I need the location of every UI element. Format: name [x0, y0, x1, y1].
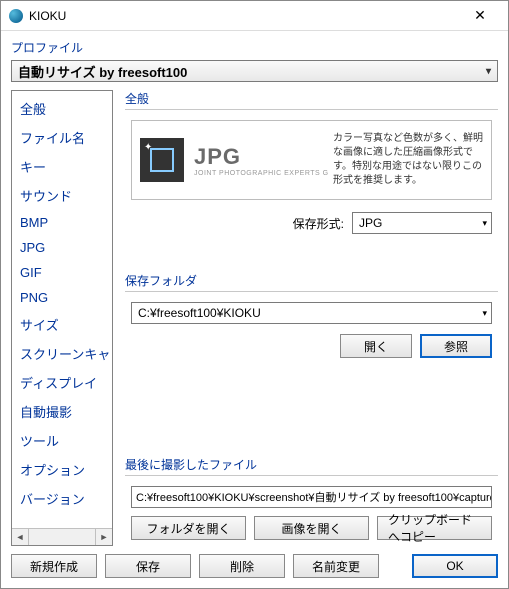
sidebar-item-version[interactable]: バージョン	[12, 484, 112, 513]
format-sub: JOINT PHOTOGRAPHIC EXPERTS G	[194, 170, 329, 177]
sidebar-item-filename[interactable]: ファイル名	[12, 123, 112, 152]
delete-button[interactable]: 削除	[199, 554, 285, 578]
browse-button[interactable]: 参照	[420, 334, 492, 358]
sidebar-item-gif[interactable]: GIF	[12, 260, 112, 285]
sidebar-item-screencap[interactable]: スクリーンキャプ	[12, 339, 112, 368]
scroll-right-icon[interactable]: ►	[95, 529, 112, 545]
divider	[125, 109, 498, 110]
sidebar-item-tool[interactable]: ツール	[12, 426, 112, 455]
format-desc: カラー写真など色数が多く、鮮明な画像に適した圧縮画像形式です。特別な用途ではない…	[333, 132, 483, 188]
save-folder-label: 保存フォルダ	[125, 272, 498, 289]
sidebar-item-sound[interactable]: サウンド	[12, 181, 112, 210]
profile-value: 自動リサイズ by freesoft100	[18, 62, 187, 81]
new-button[interactable]: 新規作成	[11, 554, 97, 578]
chevron-down-icon: ▾	[482, 308, 487, 319]
sidebar-item-bmp[interactable]: BMP	[12, 210, 112, 235]
chevron-down-icon: ▾	[486, 66, 491, 77]
titlebar: KIOKU ✕	[1, 1, 508, 31]
sidebar-item-jpg[interactable]: JPG	[12, 235, 112, 260]
rename-button[interactable]: 名前変更	[293, 554, 379, 578]
jpg-icon	[140, 138, 184, 182]
bottom-bar: 新規作成 保存 削除 名前変更 OK	[1, 546, 508, 588]
section-title: 全般	[125, 90, 498, 107]
save-format-label: 保存形式:	[293, 215, 344, 232]
scroll-left-icon[interactable]: ◄	[12, 529, 29, 545]
format-preview: JPG JOINT PHOTOGRAPHIC EXPERTS G カラー写真など…	[131, 120, 492, 200]
format-big: JPG	[194, 144, 329, 170]
sidebar-hscrollbar[interactable]: ◄ ►	[12, 528, 112, 545]
profile-label: プロファイル	[11, 39, 498, 56]
chevron-down-icon: ▾	[482, 218, 487, 229]
ok-button[interactable]: OK	[412, 554, 498, 578]
last-file-label: 最後に撮影したファイル	[125, 456, 498, 473]
sidebar-item-display[interactable]: ディスプレイ	[12, 368, 112, 397]
open-folder-button-2[interactable]: フォルダを開く	[131, 516, 246, 540]
sidebar: 全般 ファイル名 キー サウンド BMP JPG GIF PNG サイズ スクリ…	[11, 90, 113, 546]
profile-combo[interactable]: 自動リサイズ by freesoft100 ▾	[11, 60, 498, 82]
save-folder-combo[interactable]: C:¥freesoft100¥KIOKU ▾	[131, 302, 492, 324]
divider	[125, 475, 498, 476]
divider	[125, 291, 498, 292]
sidebar-item-png[interactable]: PNG	[12, 285, 112, 310]
sidebar-item-key[interactable]: キー	[12, 152, 112, 181]
sidebar-item-general[interactable]: 全般	[12, 94, 112, 123]
open-image-button[interactable]: 画像を開く	[254, 516, 369, 540]
app-icon	[9, 9, 23, 23]
save-format-select[interactable]: JPG ▾	[352, 212, 492, 234]
close-icon[interactable]: ✕	[460, 7, 500, 24]
window-title: KIOKU	[29, 9, 460, 23]
last-file-field[interactable]: C:¥freesoft100¥KIOKU¥screenshot¥自動リサイズ b…	[131, 486, 492, 508]
sidebar-item-autoshoot[interactable]: 自動撮影	[12, 397, 112, 426]
copy-clipboard-button[interactable]: クリップボードへコピー	[377, 516, 492, 540]
open-folder-button[interactable]: 開く	[340, 334, 412, 358]
sidebar-item-size[interactable]: サイズ	[12, 310, 112, 339]
sidebar-item-option[interactable]: オプション	[12, 455, 112, 484]
save-button[interactable]: 保存	[105, 554, 191, 578]
